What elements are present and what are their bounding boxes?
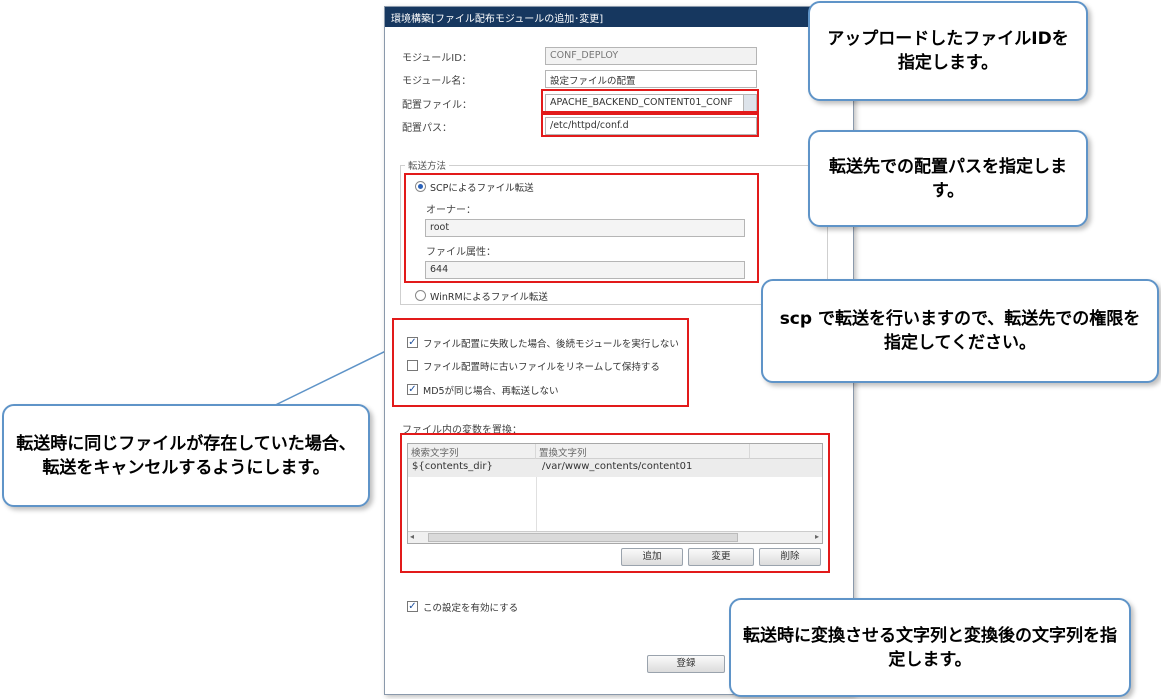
callout-path: 転送先での配置パスを指定します。 (808, 130, 1088, 227)
highlight-deploy-path (541, 113, 759, 137)
module-id-field[interactable]: CONF_DEPLOY (545, 47, 757, 65)
callout-replace: 転送時に変換させる文字列と変換後の文字列を指定します。 (729, 598, 1131, 697)
register-button[interactable]: 登録 (647, 655, 725, 673)
module-name-field[interactable]: 設定ファイルの配置 (545, 70, 757, 88)
module-id-label: モジュールID： (402, 53, 472, 64)
callout-cancel: 転送時に同じファイルが存在していた場合、転送をキャンセルするようにします。 (2, 404, 370, 507)
callout-file-id: アップロードしたファイルIDを指定します。 (808, 1, 1088, 101)
winrm-radio-label: WinRMによるファイル転送 (430, 292, 548, 303)
dialog-title: 環境構築[ファイル配布モジュールの追加･変更] (385, 7, 853, 27)
transfer-method-legend: 転送方法 (405, 158, 450, 172)
highlight-deploy-file (541, 89, 759, 113)
highlight-options (392, 318, 689, 407)
callout-scp: scp で転送を行いますので、転送先での権限を指定してください。 (761, 279, 1159, 383)
highlight-replace (400, 433, 830, 573)
enable-checkbox[interactable]: ✓ (407, 601, 418, 612)
highlight-scp (404, 173, 759, 283)
deploy-path-label: 配置パス： (402, 123, 452, 134)
enable-label: この設定を有効にする (423, 603, 519, 614)
deploy-file-label: 配置ファイル： (402, 100, 472, 111)
winrm-radio[interactable] (415, 290, 426, 301)
module-name-label: モジュール名： (402, 76, 472, 87)
